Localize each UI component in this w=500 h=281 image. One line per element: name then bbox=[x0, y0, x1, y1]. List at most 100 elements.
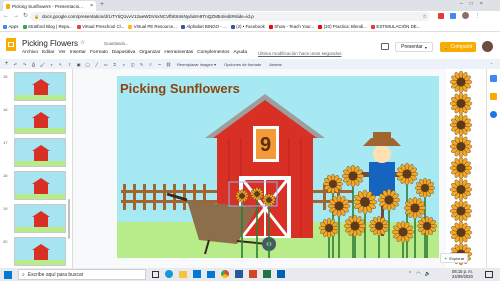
bookmark-label: Virtual PE Resource... bbox=[133, 24, 177, 29]
collapse-toolbar-icon[interactable]: ⌃ bbox=[489, 61, 494, 68]
chrome-icon[interactable] bbox=[221, 270, 229, 278]
filmstrip-scrollbar[interactable] bbox=[68, 199, 70, 239]
sunflower bbox=[449, 92, 473, 115]
tasks-icon[interactable] bbox=[490, 111, 497, 118]
image-icon[interactable]: ▣ bbox=[76, 61, 81, 68]
bookmark-label: ESTIMULACIÓN DE... bbox=[376, 24, 421, 29]
animate-button[interactable]: Animar bbox=[267, 61, 284, 68]
slides-logo-icon[interactable] bbox=[6, 38, 16, 51]
excel-icon[interactable] bbox=[263, 270, 271, 278]
bookmark-item[interactable]: ESTIMULACIÓN DE... bbox=[370, 24, 421, 29]
menu-item-editar[interactable]: Editar bbox=[42, 50, 55, 55]
back-icon[interactable]: ← bbox=[3, 13, 9, 19]
link-icon[interactable]: ⛓ bbox=[166, 61, 171, 68]
menu-item-diapositiva[interactable]: Diapositiva bbox=[112, 50, 135, 55]
minimize-icon[interactable]: – bbox=[460, 1, 463, 7]
border-dash-icon[interactable]: ┅ bbox=[157, 61, 162, 68]
last-edit-link[interactable]: Última modificación hace unos segundos bbox=[258, 51, 342, 56]
calendar-icon[interactable] bbox=[490, 75, 497, 82]
profile-avatar[interactable] bbox=[462, 12, 469, 19]
bookmark-item[interactable]: (20) Practica: Blendi... bbox=[318, 24, 367, 29]
crop-icon[interactable]: ⌗ bbox=[112, 61, 117, 68]
zoom-icon[interactable]: ⌕ bbox=[49, 61, 54, 68]
url-bar[interactable]: 🔒 docs.google.com/presentation/d/1iTYtiQ… bbox=[30, 12, 430, 21]
reload-icon[interactable]: ↻ bbox=[23, 12, 28, 19]
file-explorer-icon[interactable] bbox=[179, 270, 187, 278]
mask-icon[interactable]: ◑ bbox=[121, 61, 126, 68]
user-avatar[interactable] bbox=[482, 41, 493, 52]
paint-format-icon[interactable]: 🖌 bbox=[40, 61, 45, 68]
undo-icon[interactable]: ↶ bbox=[13, 61, 18, 68]
taskbar-search[interactable]: ⌕ Escribe aquí para buscar bbox=[18, 269, 146, 280]
volume-icon[interactable]: 🔈 bbox=[425, 271, 431, 277]
menu-item-archivo[interactable]: Archivo bbox=[22, 50, 38, 55]
print-icon[interactable]: ⎙ bbox=[31, 61, 36, 68]
word-icon[interactable] bbox=[235, 270, 243, 278]
photos-icon[interactable] bbox=[277, 270, 285, 278]
present-button[interactable]: Presentar ▾ bbox=[395, 42, 433, 52]
menu-item-ayuda[interactable]: Ayuda bbox=[233, 50, 247, 55]
menu-item-insertar[interactable]: Insertar bbox=[70, 50, 86, 55]
slide-number: 18 bbox=[3, 173, 8, 178]
menu-item-complementos[interactable]: Complementos bbox=[197, 50, 229, 55]
slide[interactable]: Picking Sunflowers 9 bbox=[117, 76, 439, 258]
textbox-icon[interactable]: T bbox=[67, 61, 72, 68]
border-color-icon[interactable]: ✎ bbox=[139, 61, 144, 68]
bookmark-star-icon[interactable]: ☆ bbox=[423, 14, 427, 20]
slide-thumbnail[interactable] bbox=[14, 204, 66, 233]
mail-icon[interactable] bbox=[207, 270, 215, 278]
forward-icon[interactable]: → bbox=[13, 13, 19, 19]
bookmark-item[interactable]: Virtual Preschool Cl... bbox=[76, 24, 124, 29]
border-weight-icon[interactable]: ≡ bbox=[148, 61, 153, 68]
comments-icon[interactable] bbox=[381, 43, 389, 50]
comment-add-icon[interactable]: ▭ bbox=[103, 61, 108, 68]
document-title[interactable]: Picking Flowers bbox=[22, 39, 78, 48]
powerpoint-icon[interactable] bbox=[249, 270, 257, 278]
new-tab-button[interactable]: + bbox=[100, 1, 104, 8]
star-icon[interactable]: ☆ bbox=[80, 39, 85, 46]
new-slide-icon[interactable]: + bbox=[4, 61, 9, 68]
notifications-icon[interactable] bbox=[485, 271, 493, 278]
bookmark-item[interactable]: Virtual PE Resource... bbox=[128, 24, 177, 29]
slide-thumbnail[interactable] bbox=[14, 72, 66, 101]
store-icon[interactable] bbox=[193, 270, 201, 278]
slide-thumbnail[interactable] bbox=[14, 237, 66, 266]
bookmark-item[interactable]: Alphabet BINGO - ... bbox=[180, 24, 227, 29]
redo-icon[interactable]: ↷ bbox=[22, 61, 27, 68]
menu-item-herramientas[interactable]: Herramientas bbox=[164, 50, 193, 55]
bookmark-item[interactable]: Show - Teach Your... bbox=[268, 24, 314, 29]
share-button[interactable]: 🔒 Compartir bbox=[440, 42, 476, 52]
image-options-icon[interactable]: ◫ bbox=[130, 61, 135, 68]
bookmark-item[interactable]: Stratford Blog | Repa... bbox=[22, 24, 73, 29]
line-icon[interactable]: ╱ bbox=[94, 61, 99, 68]
maximize-icon[interactable]: □ bbox=[470, 1, 473, 7]
select-icon[interactable]: ↖ bbox=[58, 61, 63, 68]
format-options-button[interactable]: Opciones de formato bbox=[222, 61, 263, 68]
replace-image-button[interactable]: Reemplazar imagen ▾ bbox=[175, 61, 218, 68]
tab-close-icon[interactable]: × bbox=[90, 3, 93, 9]
keep-icon[interactable] bbox=[490, 93, 497, 100]
bookmark-item[interactable]: Apps bbox=[3, 24, 19, 29]
edge-icon[interactable] bbox=[165, 270, 173, 278]
extension-icon[interactable] bbox=[438, 12, 444, 19]
task-view-icon[interactable] bbox=[152, 270, 159, 278]
taskbar-apps bbox=[152, 270, 285, 278]
browser-tab[interactable]: Picking Sunflowers - Presentacio... × bbox=[3, 1, 96, 11]
menu-item-ver[interactable]: Ver bbox=[59, 50, 66, 55]
extension-icon[interactable] bbox=[450, 12, 456, 19]
slide-thumbnail[interactable] bbox=[14, 138, 66, 167]
close-window-icon[interactable]: × bbox=[480, 1, 483, 7]
clock[interactable]: 06:15 p. m. 24/09/2020 bbox=[452, 269, 473, 279]
menu-item-formato[interactable]: Formato bbox=[90, 50, 108, 55]
slide-title[interactable]: Picking Sunflowers bbox=[120, 81, 240, 96]
explore-button[interactable]: ✦ Explorar bbox=[440, 253, 469, 263]
browser-menu-icon[interactable]: ⋮ bbox=[475, 13, 480, 19]
menu-item-organizar[interactable]: Organizar bbox=[139, 50, 160, 55]
tray-chevron-icon[interactable]: ⌃ bbox=[408, 271, 412, 277]
bookmark-item[interactable]: (2) • Facebook bbox=[230, 24, 265, 29]
slide-thumbnail[interactable] bbox=[14, 171, 66, 200]
shape-icon[interactable]: ◯ bbox=[85, 61, 90, 68]
slide-thumbnail[interactable] bbox=[14, 105, 66, 134]
network-icon[interactable]: ◠ bbox=[416, 271, 420, 277]
windows-start-icon[interactable] bbox=[4, 271, 12, 279]
